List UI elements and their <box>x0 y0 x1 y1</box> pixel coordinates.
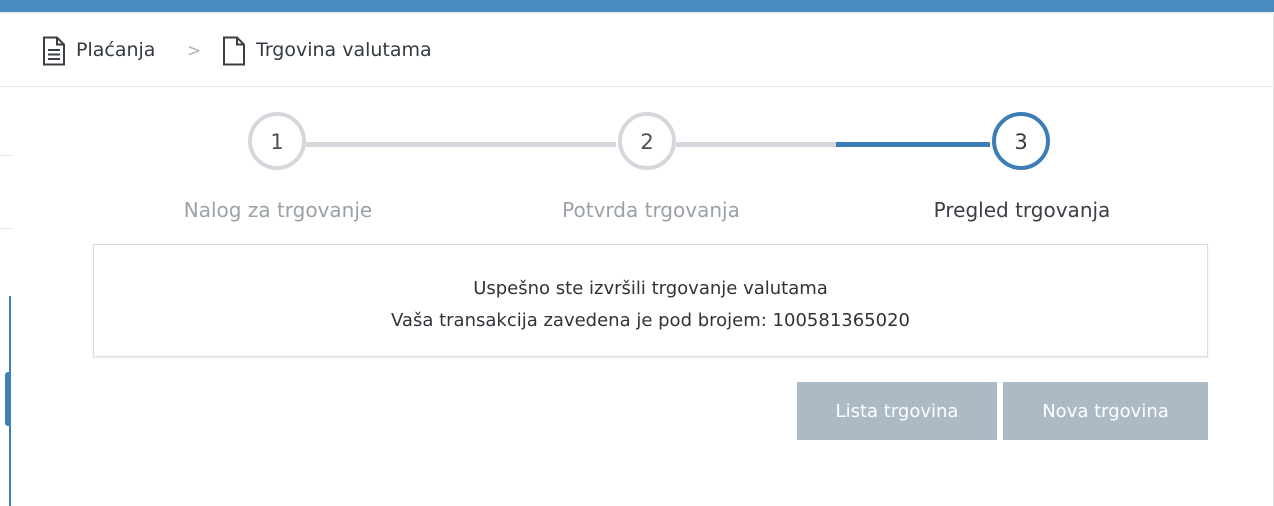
top-accent-bar <box>0 0 1274 12</box>
breadcrumb-item-trgovina-valutama: Trgovina valutama <box>256 39 432 61</box>
left-rail-divider <box>0 228 12 229</box>
step-2-label: Potvrda trgovanja <box>562 198 740 222</box>
breadcrumb-separator: > <box>187 41 202 61</box>
document-lines-icon <box>42 36 66 70</box>
list-trades-button[interactable]: Lista trgovina <box>797 382 997 440</box>
step-1-label: Nalog za trgovanje <box>183 198 373 222</box>
transaction-number-text: Vaša transakcija zavedena je pod brojem:… <box>391 310 910 331</box>
breadcrumb: Plaćanja > Trgovina valutama <box>0 14 1273 87</box>
step-1-circle: 1 <box>248 112 306 170</box>
left-rail-divider <box>0 155 12 156</box>
breadcrumb-item-placanja[interactable]: Plaćanja <box>76 37 155 63</box>
step-2-circle: 2 <box>618 112 676 170</box>
success-message-box: Uspešno ste izvršili trgovanje valutama … <box>93 244 1208 357</box>
step-3-circle: 3 <box>992 112 1050 170</box>
step-connector-active <box>836 142 990 147</box>
success-message-text: Uspešno ste izvršili trgovanje valutama <box>473 278 828 299</box>
new-trade-button[interactable]: Nova trgovina <box>1003 382 1208 440</box>
step-connector <box>306 142 616 147</box>
step-3-label: Pregled trgovanja <box>933 198 1111 222</box>
document-blank-icon <box>222 36 246 70</box>
step-connector <box>676 142 836 147</box>
left-rail-handle[interactable] <box>5 372 11 426</box>
